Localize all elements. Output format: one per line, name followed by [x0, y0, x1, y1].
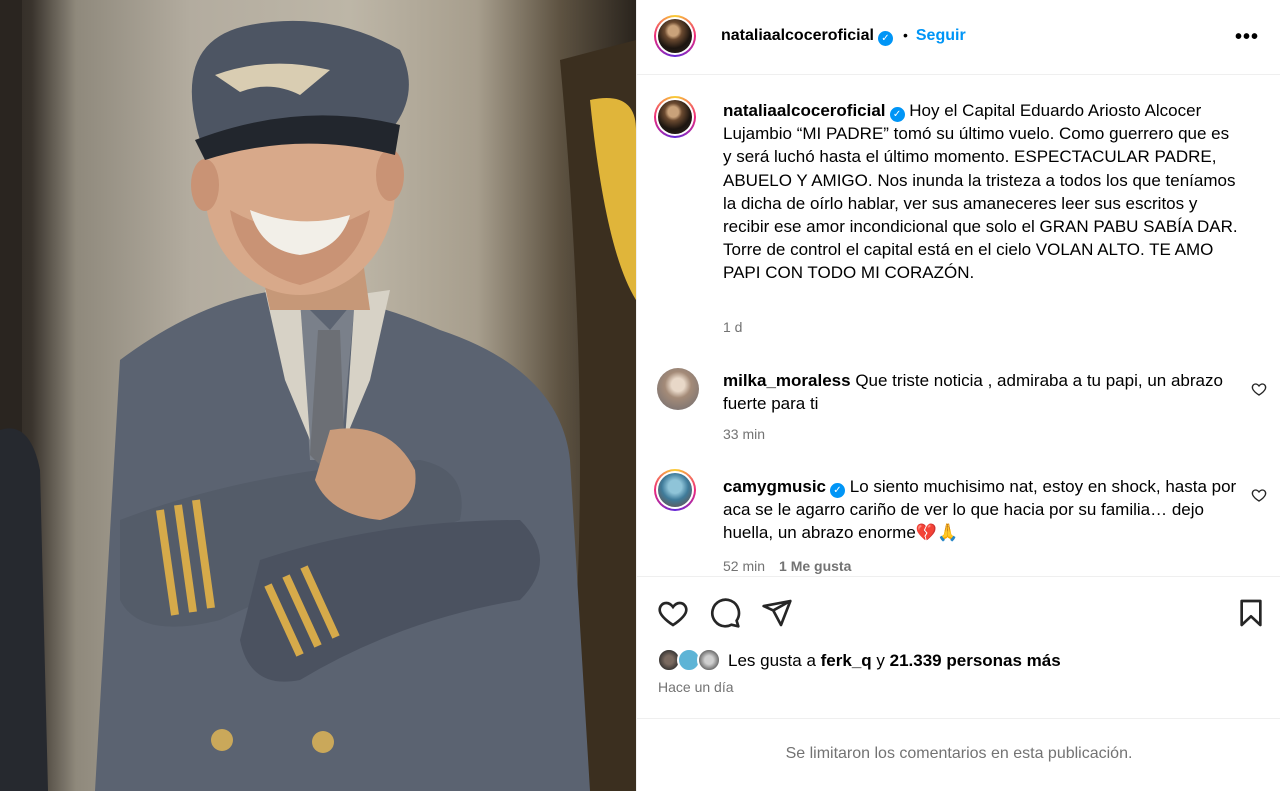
more-icon[interactable]: ••• — [1235, 26, 1259, 49]
commenter-avatar[interactable] — [657, 368, 699, 410]
comment-likes-count[interactable]: 1 Me gusta — [779, 558, 851, 574]
comments-limited-notice: Se limitaron los comentarios en esta pub… — [785, 745, 1133, 762]
comment-text: milka_moraless Que triste noticia , admi… — [723, 369, 1241, 415]
caption-body: Hoy el Capital Eduardo Ariosto Alcocer L… — [723, 101, 1238, 283]
post-details-panel: nataliaalcoceroficial ✓ • Seguir ••• natali… — [636, 0, 1280, 791]
verified-icon: ✓ — [889, 107, 905, 122]
likes-count[interactable]: 21.339 personas más — [890, 651, 1061, 670]
pilot-portrait-image — [0, 0, 636, 791]
bookmark-icon[interactable] — [1235, 597, 1267, 629]
heart-icon[interactable] — [657, 597, 689, 629]
share-icon[interactable] — [761, 597, 793, 629]
likes-joiner: y — [876, 651, 885, 670]
action-bar — [637, 577, 1280, 647]
post-header: nataliaalcoceroficial ✓ • Seguir ••• — [637, 0, 1280, 75]
verified-icon: ✓ — [830, 483, 845, 498]
comment-text: camygmusic ✓ Lo siento muchisimo nat, est… — [723, 475, 1241, 545]
author-info: nataliaalcoceroficial ✓ • Seguir — [721, 27, 966, 46]
comment-icon[interactable] — [709, 597, 741, 629]
likes-prefix: Les gusta a — [728, 651, 816, 670]
follow-button[interactable]: Seguir — [916, 27, 966, 44]
caption-time: 1 d — [723, 319, 743, 335]
commenter-avatar[interactable] — [654, 469, 696, 511]
likes-text: Les gusta a ferk_q y 21.339 personas más — [728, 651, 1061, 671]
comment-username[interactable]: milka_moraless — [723, 371, 851, 390]
caption-username[interactable]: nataliaalcoceroficial — [723, 101, 886, 120]
comment-like-heart-icon[interactable] — [1251, 487, 1267, 503]
post-time: Hace un día — [658, 679, 734, 695]
verified-icon: ✓ — [877, 31, 893, 46]
comments-list[interactable]: nataliaalcoceroficial ✓ Hoy el Capital Ed… — [637, 76, 1280, 576]
author-username[interactable]: nataliaalcoceroficial — [721, 27, 874, 44]
comment-time: 33 min — [723, 426, 766, 442]
post-photo[interactable] — [0, 0, 636, 791]
comment-meta: 33 min — [723, 426, 765, 442]
comment-username[interactable]: camygmusic — [723, 477, 826, 496]
likes-user[interactable]: ferk_q — [821, 651, 872, 670]
liker-avatar — [697, 648, 721, 672]
comment-like-heart-icon[interactable] — [1251, 381, 1267, 397]
caption-avatar[interactable] — [654, 96, 696, 138]
caption-text: nataliaalcoceroficial ✓ Hoy el Capital Ed… — [723, 99, 1241, 285]
comment-meta: 52 min 1 Me gusta — [723, 558, 851, 574]
author-avatar[interactable] — [654, 15, 696, 57]
separator-dot: • — [902, 27, 908, 43]
comment-time: 52 min — [723, 558, 766, 574]
divider — [637, 718, 1280, 719]
